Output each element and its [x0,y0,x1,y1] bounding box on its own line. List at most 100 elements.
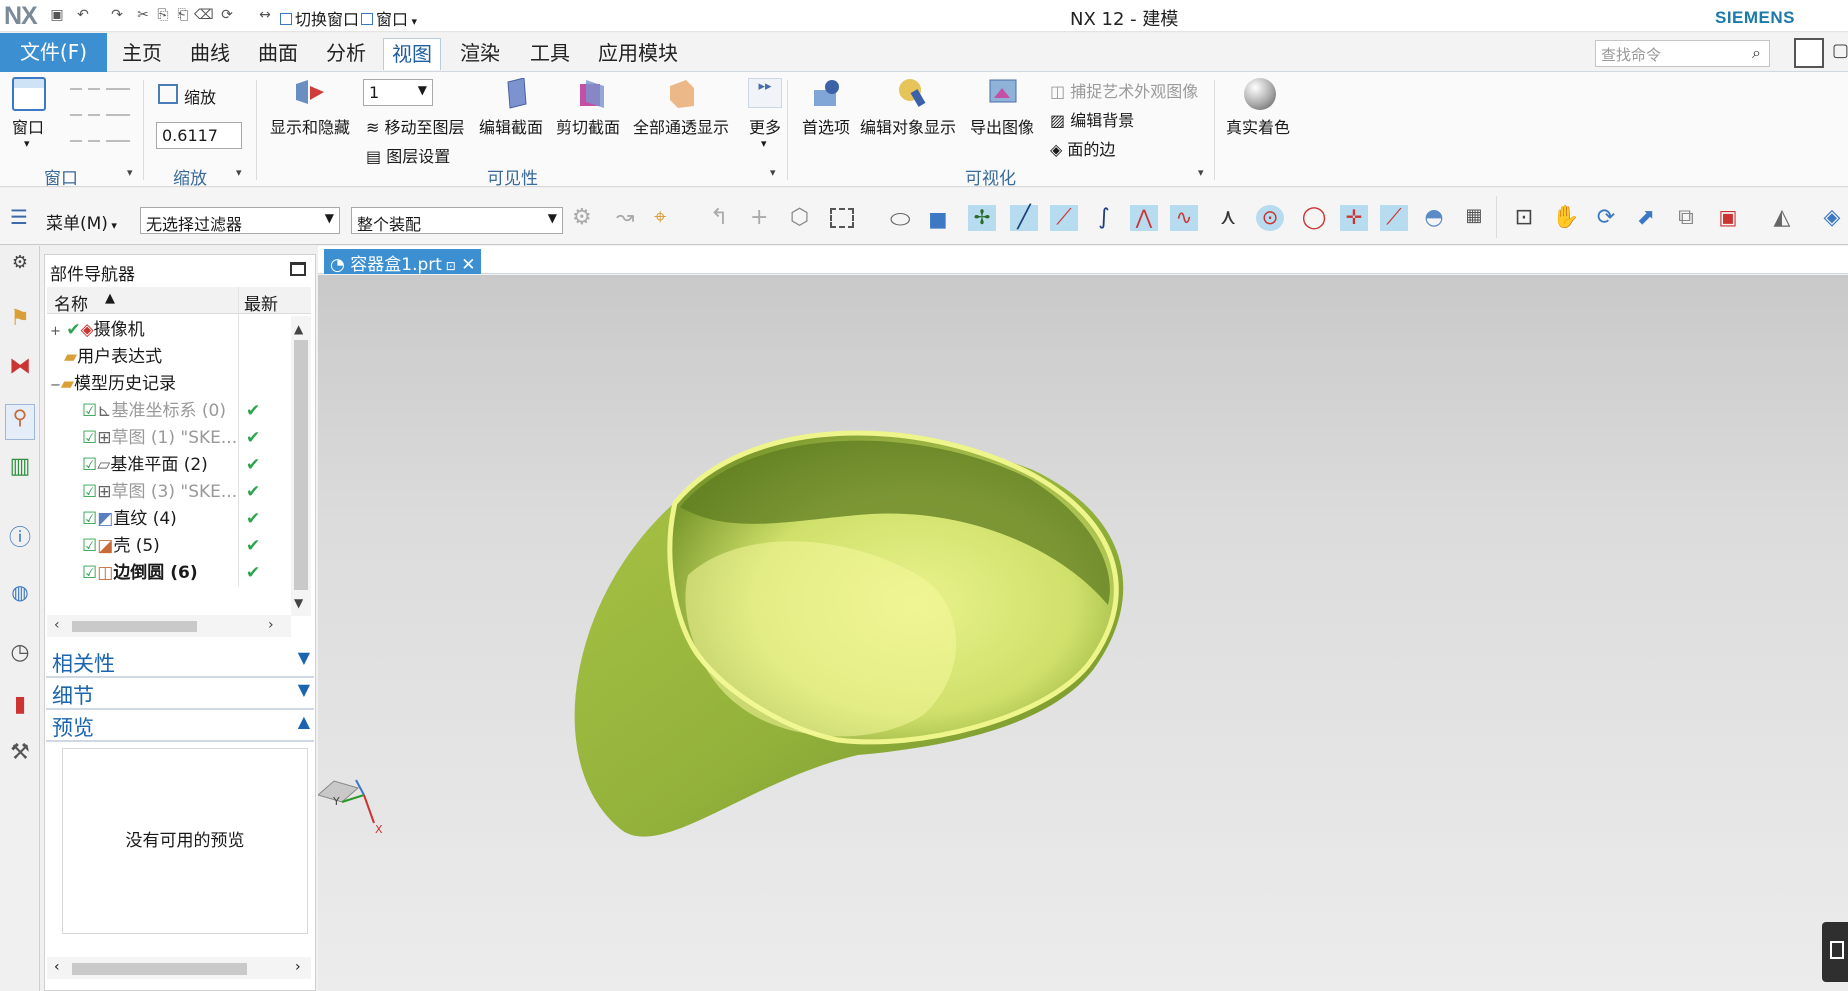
true-shading-icon[interactable] [1244,78,1276,110]
snap-existing-point-icon[interactable]: ✛ [1340,205,1368,231]
window-icon[interactable] [12,77,46,111]
face-select-icon[interactable]: ⬭ [890,205,918,233]
file-menu-button[interactable]: 文件(F) [0,33,107,72]
column-latest[interactable]: 最新 [244,290,278,315]
redo-icon[interactable]: ↷ [108,6,126,24]
resource-bar-settings-icon[interactable]: ⚙ [7,252,33,278]
chevron-down-icon[interactable]: ▾ [1198,166,1204,179]
assembly-navigator-icon[interactable]: ⚙ [572,205,600,231]
undo-icon[interactable]: ↶ [74,6,92,24]
fit-view-icon[interactable]: ⊡ [1510,205,1538,231]
tab-view[interactable]: 视图 [383,38,441,70]
snap-intersection-icon[interactable]: ⋏ [1214,205,1242,231]
snap-on-face-icon[interactable]: ◓ [1420,205,1448,231]
true-shading-label[interactable]: 真实着色 [1226,114,1290,138]
maximize-icon[interactable] [290,262,306,276]
chevron-down-icon[interactable]: ▾ [236,166,242,179]
rectangle-select-icon[interactable] [830,208,854,228]
edit-object-display-icon[interactable] [894,76,928,108]
scroll-left-icon[interactable]: ‹ [54,617,60,633]
scroll-right-icon[interactable]: › [268,617,274,633]
chevron-down-icon[interactable]: ▾ [770,166,776,179]
orient-view-icon[interactable]: ⬈ [1632,205,1660,231]
tree-row-feature[interactable]: ☑◩直纹 (4) [50,505,312,533]
tree-row-feature[interactable]: ☑◪壳 (5) [50,532,312,560]
window-layout-grid[interactable] [114,80,130,152]
touch-mode-icon[interactable]: ↔ [256,6,274,24]
checkbox-icon[interactable]: ☑ [82,509,97,529]
close-icon[interactable]: ✕ [456,255,475,275]
tree-row-camera[interactable]: + ✔◈摄像机 [50,316,312,344]
details-section[interactable]: 细节 ▼ [46,680,314,710]
roles-icon[interactable]: ⚒ [7,740,33,766]
snap-line-icon[interactable]: ╱ [1010,205,1038,231]
tab-curve[interactable]: 曲线 [186,38,234,70]
point-constructor-icon[interactable]: + [750,205,778,231]
snap-curve-icon[interactable]: ∫ [1090,205,1118,231]
part-navigator-icon[interactable]: ⚲ [5,404,35,440]
preview-section[interactable]: 预览 ▲ [46,712,314,742]
chevron-down-icon[interactable]: ▾ [127,166,133,179]
side-panel-icon[interactable] [1830,941,1844,959]
tab-surface[interactable]: 曲面 [254,38,302,70]
rotate-icon[interactable]: ⟳ [1592,205,1620,231]
scrollbar-thumb[interactable] [72,621,197,632]
grid-icon[interactable]: ▦ [1460,205,1488,231]
box-select-icon[interactable]: ⬡ [790,205,818,231]
expand-icon[interactable]: + [50,324,61,339]
scrollbar-thumb[interactable] [72,963,247,975]
switch-window-button[interactable]: 切换窗口 [280,6,359,30]
edit-object-display-label[interactable]: 编辑对象显示 [860,114,956,138]
chevron-down-icon[interactable]: ▾ [24,137,30,150]
tab-home[interactable]: 主页 [118,38,166,70]
selection-scope-select[interactable]: 整个装配 ▼ [351,207,563,234]
copy-icon[interactable]: ⎘ [154,6,172,24]
export-image-icon[interactable] [988,78,1022,110]
history-icon[interactable]: ◷ [7,640,33,666]
move-to-layer-button[interactable]: ≋ 移动至图层 [366,114,465,138]
menu-button[interactable]: 菜单(M) ▾ [46,209,117,234]
collapse-icon[interactable]: − [50,378,61,393]
selection-filter-select[interactable]: 无选择过滤器 ▼ [140,207,340,234]
command-search-input[interactable]: 查找命令 [1595,40,1770,67]
repeat-command-icon[interactable]: ⟳ [218,6,236,24]
scroll-down-icon[interactable]: ▼ [294,596,303,610]
zoom-scale-input[interactable]: 0.6117 [156,122,242,149]
document-tab[interactable]: ◔ 容器盒1.prt ⊡ ✕ [324,249,482,275]
scroll-right-icon[interactable]: › [295,959,301,975]
full-screen-icon[interactable] [1794,38,1824,68]
info-window-icon[interactable]: ⓘ [7,520,33,551]
web-browser-icon[interactable]: ◍ [7,580,33,606]
sort-up-icon[interactable]: ▲ [105,291,115,306]
tree-row-user-expressions[interactable]: ▰用户表达式 [50,343,312,371]
select-feature-icon[interactable]: ↝ [616,205,644,231]
dependencies-section[interactable]: 相关性 ▼ [46,648,314,678]
tab-applications[interactable]: 应用模块 [594,38,682,70]
snap-center-icon[interactable]: ⊙ [1256,205,1284,231]
export-image-label[interactable]: 导出图像 [970,114,1034,138]
more-label[interactable]: 更多 [749,114,781,138]
layer-select[interactable]: 1 ▼ [363,79,433,106]
reuse-library-icon[interactable]: ▥ [7,454,33,480]
snap-midpoint-icon[interactable]: ⟋ [1050,205,1078,231]
edit-background-button[interactable]: ▨ 编辑背景 [1050,107,1134,131]
paste-icon[interactable]: ⎗ [174,6,192,24]
snap-spline-icon[interactable]: ∿ [1170,205,1198,231]
checkbox-icon[interactable]: ☑ [82,455,97,475]
tab-analysis[interactable]: 分析 [322,38,370,70]
rendering-style-icon[interactable]: ◭ [1768,205,1796,231]
checkbox-icon[interactable]: ☑ [82,536,97,556]
preferences-icon[interactable] [810,78,842,110]
see-through-label[interactable]: 全部通透显示 [633,114,729,138]
checkbox-icon[interactable]: ☑ [82,401,97,421]
face-edges-button[interactable]: ◈ 面的边 [1050,136,1115,160]
scroll-up-icon[interactable]: ▲ [294,322,303,336]
snap-quadrant-icon[interactable]: ◯ [1300,205,1328,231]
clip-section-label[interactable]: 剪切截面 [556,114,620,138]
section-view-icon[interactable]: ◈ [1818,205,1846,231]
column-name[interactable]: 名称 [54,290,88,315]
clip-section-icon[interactable] [576,78,608,110]
edit-section-icon[interactable] [502,78,532,110]
capture-art-button[interactable]: ◫ 捕捉艺术外观图像 [1050,78,1198,102]
body-select-icon[interactable]: ◼ [928,205,956,233]
